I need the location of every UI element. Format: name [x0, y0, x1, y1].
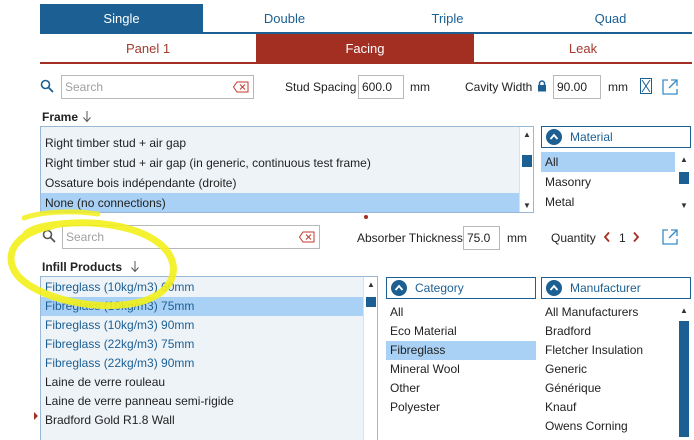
manufacturer-item[interactable]: Bradford	[541, 322, 675, 341]
quantity-decrease-icon[interactable]	[603, 231, 611, 246]
scroll-thumb[interactable]	[522, 155, 532, 167]
category-header-label: Category	[415, 281, 464, 295]
scroll-down-icon[interactable]: ▼	[677, 198, 691, 212]
manufacturer-item[interactable]: Generic	[541, 360, 675, 379]
stud-spacing-label: Stud Spacing	[285, 80, 357, 94]
material-filter-list[interactable]: All Masonry Metal ▲ ▼	[541, 152, 691, 212]
quantity-value: 1	[619, 231, 626, 245]
frame-search-field[interactable]	[61, 75, 254, 99]
search-icon	[42, 229, 56, 246]
category-item[interactable]: Mineral Wool	[386, 360, 536, 379]
infill-list-item[interactable]: Laine de verre rouleau	[41, 373, 363, 392]
material-item[interactable]: Metal	[541, 192, 675, 212]
category-item[interactable]: All	[386, 303, 536, 322]
material-scrollbar[interactable]: ▲ ▼	[677, 152, 691, 212]
frame-list-scrollbar[interactable]: ▲ ▼	[519, 127, 533, 212]
scroll-up-icon[interactable]: ▲	[364, 277, 377, 291]
category-item-selected[interactable]: Fibreglass	[386, 341, 536, 360]
manufacturer-header-label: Manufacturer	[570, 281, 641, 295]
frame-list-item[interactable]: Ossature bois indépendante (droite)	[41, 173, 519, 193]
cavity-width-label: Cavity Width	[465, 80, 533, 94]
material-item-selected[interactable]: All	[541, 152, 675, 172]
absorber-thickness-label: Absorber Thickness	[357, 231, 463, 245]
absorber-thickness-unit: mm	[507, 231, 527, 245]
tab-quad[interactable]: Quad	[529, 4, 692, 32]
quantity-label: Quantity	[551, 231, 596, 245]
chevron-up-circle-icon	[391, 280, 407, 296]
infill-list-item[interactable]: Laine de verre panneau semi-rigide	[41, 392, 363, 411]
frame-list-item[interactable]: Right timber stud + air gap	[41, 133, 519, 153]
scroll-down-icon[interactable]: ▼	[520, 198, 533, 212]
splitter-dot[interactable]	[364, 215, 368, 219]
open-external-icon[interactable]	[661, 78, 679, 99]
scroll-up-icon[interactable]: ▲	[677, 152, 691, 166]
infill-search-input[interactable]	[63, 226, 319, 248]
material-item[interactable]: Masonry	[541, 172, 675, 192]
infill-products-title: Infill Products	[42, 260, 123, 274]
open-external-icon[interactable]	[661, 228, 679, 249]
scroll-up-icon[interactable]: ▲	[677, 303, 691, 317]
cavity-width-input[interactable]: 90.00	[553, 75, 601, 99]
manufacturer-item[interactable]: All Manufacturers	[541, 303, 675, 322]
search-icon	[40, 79, 54, 96]
frame-list-item[interactable]: Right timber stud + air gap (in generic,…	[41, 153, 519, 173]
clear-search-icon[interactable]	[298, 231, 315, 243]
scroll-thumb[interactable]	[679, 172, 689, 184]
lock-icon[interactable]	[537, 80, 547, 95]
manufacturer-scrollbar[interactable]: ▲	[677, 303, 691, 440]
splitter-marker[interactable]	[34, 412, 38, 420]
manufacturer-filter-list[interactable]: All Manufacturers Bradford Fletcher Insu…	[541, 303, 691, 440]
infill-list-item[interactable]: Fibreglass (22kg/m3) 75mm	[41, 335, 363, 354]
frame-search-input[interactable]	[62, 76, 253, 98]
material-filter-header[interactable]: Material	[541, 126, 691, 148]
quantity-increase-icon[interactable]	[632, 231, 640, 246]
scroll-thumb[interactable]	[679, 321, 689, 437]
tab-double[interactable]: Double	[203, 4, 366, 32]
material-header-label: Material	[570, 130, 613, 144]
chevron-up-circle-icon	[546, 129, 562, 145]
chevron-up-circle-icon	[546, 280, 562, 296]
manufacturer-item[interactable]: Knauf	[541, 398, 675, 417]
sort-down-arrow-icon[interactable]	[130, 260, 140, 276]
scroll-thumb[interactable]	[366, 297, 376, 307]
cavity-width-unit: mm	[608, 80, 628, 94]
infill-products-list[interactable]: Fibreglass (10kg/m3) 60mm Fibreglass (10…	[40, 276, 378, 440]
sort-down-arrow-icon[interactable]	[82, 110, 92, 126]
clear-search-icon[interactable]	[232, 81, 249, 93]
infill-list-item[interactable]: Fibreglass (22kg/m3) 90mm	[41, 354, 363, 373]
frame-title: Frame	[42, 110, 79, 124]
infill-search-field[interactable]	[62, 225, 320, 249]
manufacturer-filter-header[interactable]: Manufacturer	[541, 277, 691, 299]
scroll-up-icon[interactable]: ▲	[520, 127, 533, 141]
infill-list-item-selected[interactable]: Fibreglass (10kg/m3) 75mm	[41, 297, 363, 316]
dimension-toggle-icon[interactable]	[640, 78, 652, 97]
infill-list-item[interactable]: Fibreglass (10kg/m3) 60mm	[41, 278, 363, 297]
tab-leak[interactable]: Leak	[474, 34, 692, 62]
category-item[interactable]: Eco Material	[386, 322, 536, 341]
manufacturer-item[interactable]: Générique	[541, 379, 675, 398]
frame-list-item-selected[interactable]: None (no connections)	[41, 193, 519, 212]
stud-spacing-unit: mm	[410, 80, 430, 94]
infill-list-item[interactable]: Bradford Gold R1.8 Wall	[41, 411, 363, 430]
stud-spacing-input[interactable]: 600.0	[358, 75, 404, 99]
category-filter-list[interactable]: All Eco Material Fibreglass Mineral Wool…	[386, 303, 536, 418]
frame-list[interactable]: Right timber stud + air gap Right timber…	[40, 126, 534, 213]
manufacturer-item[interactable]: Fletcher Insulation	[541, 341, 675, 360]
tab-triple[interactable]: Triple	[366, 4, 529, 32]
manufacturer-item[interactable]: Owens Corning	[541, 417, 675, 436]
category-item[interactable]: Polyester	[386, 398, 536, 417]
category-filter-header[interactable]: Category	[386, 277, 536, 299]
tab-single[interactable]: Single	[40, 4, 203, 32]
infill-list-scrollbar[interactable]: ▲	[363, 277, 377, 440]
absorber-thickness-input[interactable]: 75.0	[463, 226, 500, 250]
infill-list-item[interactable]: Fibreglass (10kg/m3) 90mm	[41, 316, 363, 335]
tab-row2-underline	[40, 62, 692, 64]
tab-facing[interactable]: Facing	[256, 34, 474, 62]
category-item[interactable]: Other	[386, 379, 536, 398]
tab-panel-1[interactable]: Panel 1	[40, 34, 256, 62]
